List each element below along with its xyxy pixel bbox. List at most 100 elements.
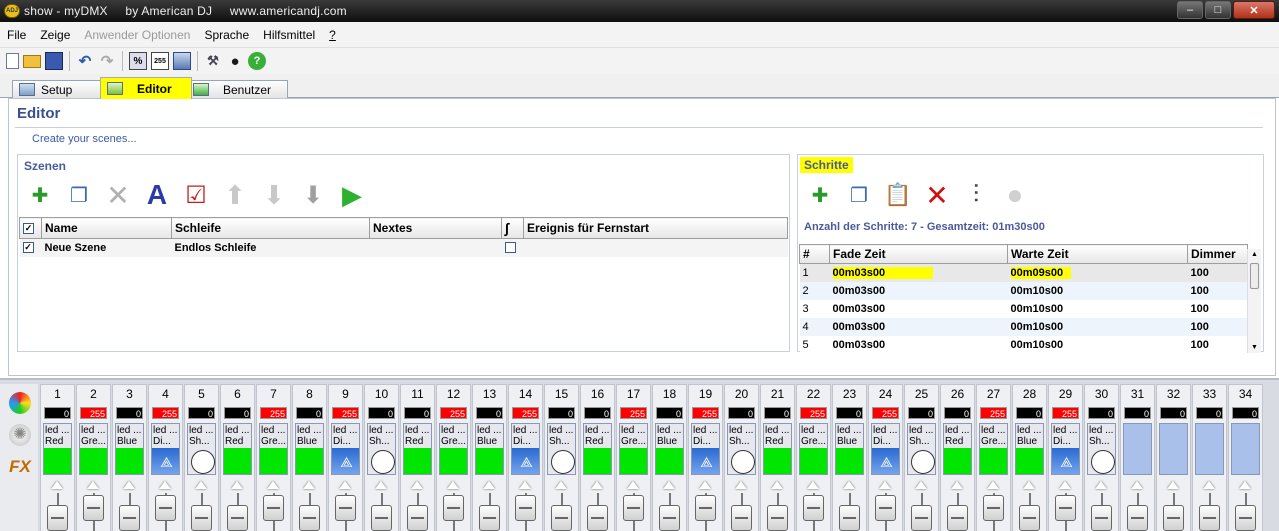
channel-fader[interactable] bbox=[221, 481, 254, 531]
help-icon[interactable]: ? bbox=[248, 52, 266, 70]
channel-32[interactable]: 32 0 bbox=[1156, 384, 1191, 531]
fader-up-icon[interactable] bbox=[771, 481, 783, 489]
fader-up-icon[interactable] bbox=[1095, 481, 1107, 489]
fader-up-icon[interactable] bbox=[879, 481, 891, 489]
play-scene-icon[interactable]: ▶ bbox=[336, 179, 368, 211]
fader-knob[interactable] bbox=[1091, 505, 1112, 531]
column-header-fade[interactable]: Fade Zeit bbox=[829, 244, 1008, 264]
channel-fixture-card[interactable]: led ... Gre... bbox=[259, 423, 288, 475]
rename-scene-icon[interactable]: A bbox=[141, 179, 173, 211]
column-header-number[interactable]: # bbox=[799, 244, 830, 264]
channel-25[interactable]: 25 0 led ... Sh... bbox=[904, 384, 939, 531]
channel-fader[interactable] bbox=[77, 481, 110, 531]
import-scene-icon[interactable]: ⬇ bbox=[297, 179, 329, 211]
channel-fixture-card[interactable]: led ... Red bbox=[583, 423, 612, 475]
channel-fixture-card[interactable]: led ... Blue bbox=[655, 423, 684, 475]
fader-knob[interactable] bbox=[875, 495, 896, 521]
channel-28[interactable]: 28 0 led ... Blue bbox=[1012, 384, 1047, 531]
column-header-ereignis[interactable]: Ereignis für Fernstart bbox=[523, 217, 788, 239]
channel-fixture-card[interactable]: led ... Gre... bbox=[619, 423, 648, 475]
window-icon[interactable] bbox=[173, 52, 191, 70]
fader-up-icon[interactable] bbox=[123, 481, 135, 489]
fader-knob[interactable] bbox=[479, 505, 500, 531]
channel-fixture-card[interactable]: led ... Gre... bbox=[799, 423, 828, 475]
fader-up-icon[interactable] bbox=[1059, 481, 1071, 489]
channel-fader[interactable] bbox=[977, 481, 1010, 531]
channel-12[interactable]: 12 255 led ... Gre... bbox=[436, 384, 471, 531]
channel-fixture-card[interactable]: led ... Blue bbox=[1015, 423, 1044, 475]
channel-23[interactable]: 23 0 led ... Blue bbox=[832, 384, 867, 531]
fader-up-icon[interactable] bbox=[195, 481, 207, 489]
channel-fader[interactable] bbox=[1157, 481, 1190, 531]
channel-30[interactable]: 30 0 led ... Sh... bbox=[1084, 384, 1119, 531]
fader-knob[interactable] bbox=[623, 495, 644, 521]
channel-34[interactable]: 34 0 bbox=[1228, 384, 1263, 531]
channel-fader[interactable] bbox=[905, 481, 938, 531]
fader-up-icon[interactable] bbox=[735, 481, 747, 489]
fader-knob[interactable] bbox=[983, 495, 1004, 521]
menu-item-hilfsmittel[interactable]: Hilfsmittel bbox=[256, 28, 322, 42]
add-scene-icon[interactable]: ✚ bbox=[24, 179, 56, 211]
channel-4[interactable]: 4 255 led ... Di... ⟁ bbox=[148, 384, 183, 531]
fader-knob[interactable] bbox=[155, 495, 176, 521]
fader-up-icon[interactable] bbox=[915, 481, 927, 489]
fx-icon[interactable]: FX bbox=[9, 456, 31, 478]
select-all-checkbox[interactable]: ✓ bbox=[23, 223, 34, 235]
channel-33[interactable]: 33 0 bbox=[1192, 384, 1227, 531]
channel-16[interactable]: 16 0 led ... Red bbox=[580, 384, 615, 531]
fader-knob[interactable] bbox=[443, 495, 464, 521]
fader-up-icon[interactable] bbox=[987, 481, 999, 489]
fader-knob[interactable] bbox=[371, 505, 392, 531]
channel-fixture-card[interactable]: led ... Sh... bbox=[367, 423, 396, 475]
fader-knob[interactable] bbox=[1127, 505, 1148, 531]
fader-knob[interactable] bbox=[587, 505, 608, 531]
record-step-icon[interactable]: ● bbox=[999, 179, 1031, 211]
channel-9[interactable]: 9 255 led ... Di... ⟁ bbox=[328, 384, 363, 531]
scroll-thumb[interactable] bbox=[1250, 263, 1259, 289]
dmx-255-icon[interactable]: 255 bbox=[151, 52, 169, 70]
table-row[interactable]: 2 00m03s00 00m10s00 100 bbox=[799, 281, 1248, 300]
channel-fader[interactable] bbox=[1013, 481, 1046, 531]
column-header-name[interactable]: Name bbox=[41, 217, 172, 239]
fader-knob[interactable] bbox=[767, 505, 788, 531]
effect-icon[interactable]: ✺ bbox=[9, 424, 31, 446]
channel-fader[interactable] bbox=[725, 481, 758, 531]
fader-knob[interactable] bbox=[83, 495, 104, 521]
fader-knob[interactable] bbox=[1199, 505, 1220, 531]
percent-icon[interactable]: % bbox=[129, 52, 147, 70]
fader-knob[interactable] bbox=[695, 495, 716, 521]
column-header-dimmer[interactable]: Dimmer bbox=[1187, 244, 1248, 264]
fader-up-icon[interactable] bbox=[51, 481, 63, 489]
fader-up-icon[interactable] bbox=[1239, 481, 1251, 489]
channel-fader[interactable] bbox=[941, 481, 974, 531]
redo-icon[interactable]: ↷ bbox=[98, 52, 116, 70]
channel-fader[interactable] bbox=[365, 481, 398, 531]
fader-knob[interactable] bbox=[947, 505, 968, 531]
channel-fader[interactable] bbox=[509, 481, 542, 531]
channel-27[interactable]: 27 255 led ... Gre... bbox=[976, 384, 1011, 531]
fader-knob[interactable] bbox=[1163, 505, 1184, 531]
fader-up-icon[interactable] bbox=[555, 481, 567, 489]
fader-up-icon[interactable] bbox=[375, 481, 387, 489]
channel-22[interactable]: 22 255 led ... Gre... bbox=[796, 384, 831, 531]
column-header-schleife[interactable]: Schleife bbox=[171, 217, 370, 239]
table-row[interactable]: ✓ Neue Szene Endlos Schleife bbox=[19, 238, 788, 257]
channel-fixture-card[interactable]: led ... Di... ⟁ bbox=[331, 423, 360, 475]
channel-fader[interactable] bbox=[113, 481, 146, 531]
column-header-nextes[interactable]: Nextes bbox=[369, 217, 502, 239]
fader-up-icon[interactable] bbox=[699, 481, 711, 489]
fader-up-icon[interactable] bbox=[411, 481, 423, 489]
add-step-icon[interactable]: ✚ bbox=[804, 179, 836, 211]
channel-fixture-card[interactable]: led ... Gre... bbox=[79, 423, 108, 475]
channel-fixture-card[interactable]: led ... Blue bbox=[115, 423, 144, 475]
channel-6[interactable]: 6 0 led ... Red bbox=[220, 384, 255, 531]
remote-start-checkbox[interactable] bbox=[504, 242, 516, 254]
channel-fader[interactable] bbox=[437, 481, 470, 531]
steps-scrollbar[interactable]: ▲ ▼ bbox=[1247, 249, 1261, 353]
fader-knob[interactable] bbox=[119, 505, 140, 531]
channel-fixture-card[interactable]: led ... Sh... bbox=[907, 423, 936, 475]
channel-fader[interactable] bbox=[293, 481, 326, 531]
record-icon[interactable]: ● bbox=[226, 52, 244, 70]
channel-fader[interactable] bbox=[869, 481, 902, 531]
menu-item-sprache[interactable]: Sprache bbox=[197, 28, 256, 42]
